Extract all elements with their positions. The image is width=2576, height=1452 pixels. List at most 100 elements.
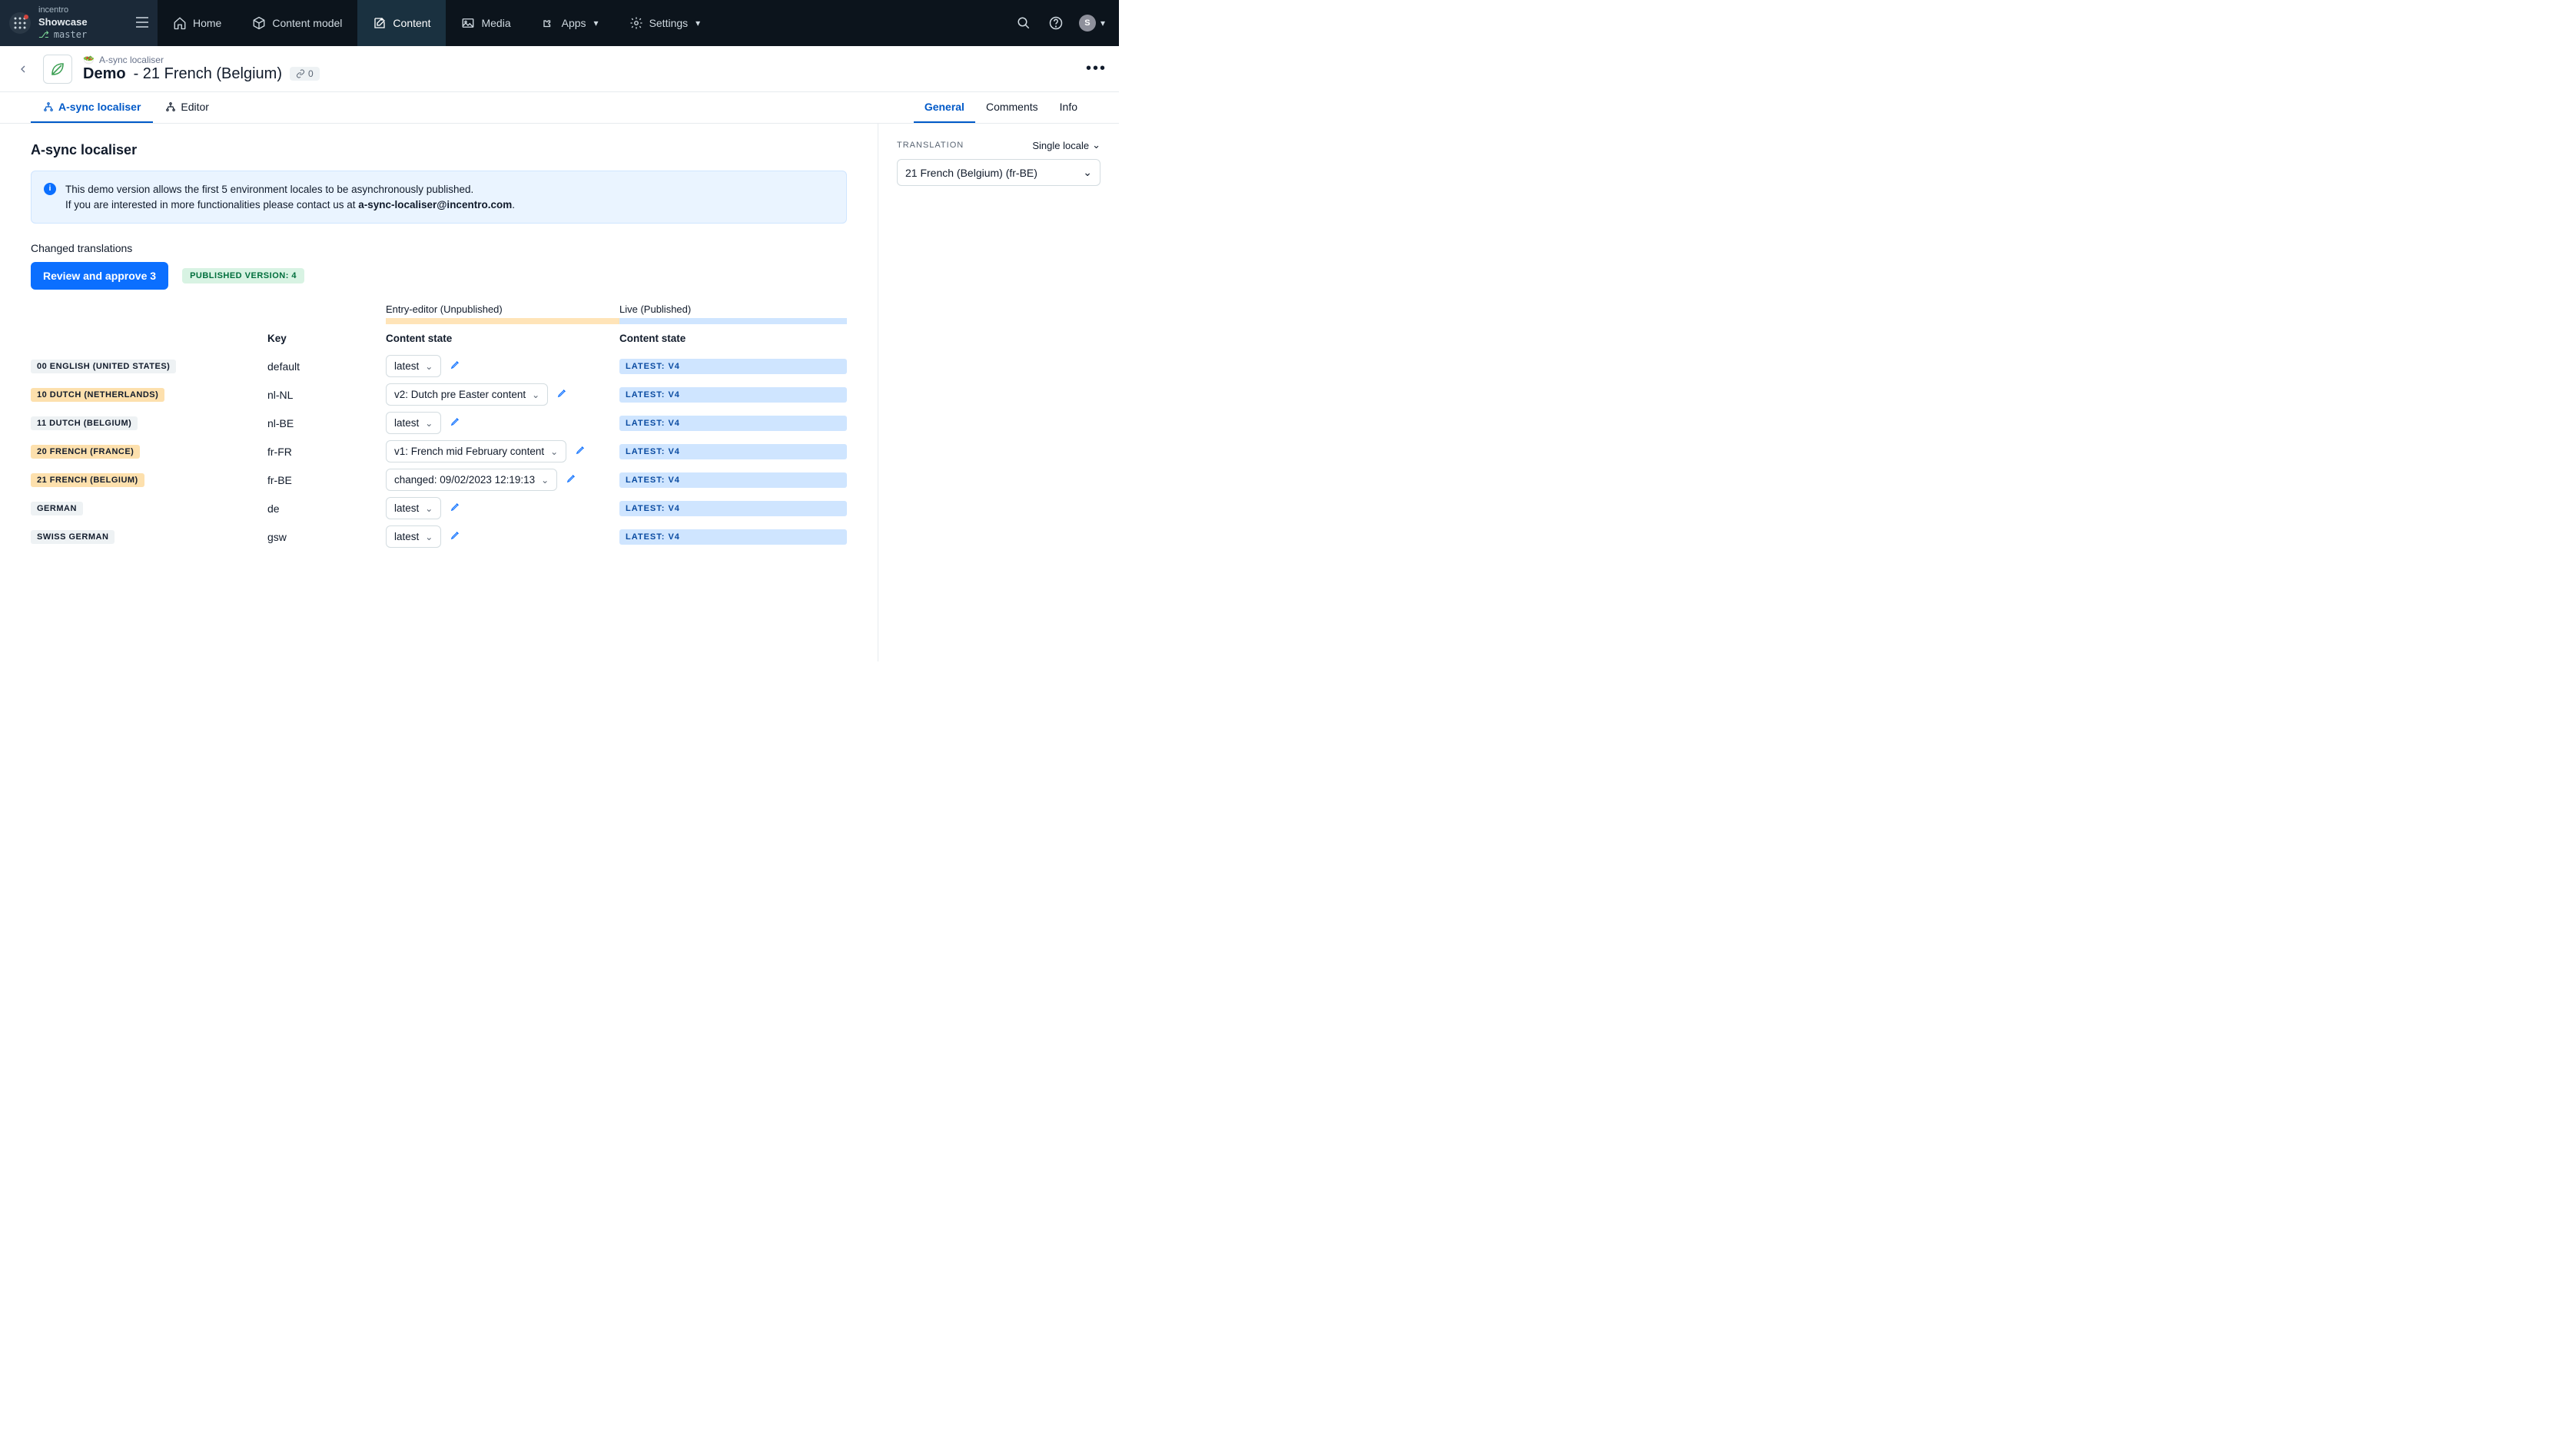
nav-label: Content model xyxy=(272,17,342,29)
tab-info[interactable]: Info xyxy=(1049,92,1088,123)
content-state-select[interactable]: latest⌄ xyxy=(386,412,441,434)
content-state-cell: latest⌄ xyxy=(386,412,619,434)
nav-apps[interactable]: Apps ▾ xyxy=(526,0,614,46)
tab-general[interactable]: General xyxy=(914,92,975,123)
edit-button[interactable] xyxy=(450,360,461,372)
main-content: A-sync localiser i This demo version all… xyxy=(0,124,878,661)
hierarchy-icon xyxy=(43,101,54,112)
content-state-select[interactable]: latest⌄ xyxy=(386,355,441,377)
nav-label: Apps xyxy=(562,17,586,29)
tab-comments[interactable]: Comments xyxy=(975,92,1049,123)
edit-button[interactable] xyxy=(566,473,577,486)
content-state-select[interactable]: latest ⌄ xyxy=(386,525,441,548)
space-menu-toggle[interactable] xyxy=(136,17,148,30)
locale-cell: 00 ENGLISH (UNITED STATES) xyxy=(31,359,267,373)
locale-chip: GERMAN xyxy=(31,502,83,515)
content-state-select[interactable]: v1: French mid February content⌄ xyxy=(386,440,566,462)
tab-label: Editor xyxy=(181,101,209,113)
select-value: latest xyxy=(394,531,419,542)
edit-button[interactable] xyxy=(450,502,461,514)
live-version-chip: LATEST: V4 xyxy=(619,501,847,516)
pencil-icon xyxy=(450,359,461,370)
review-and-approve-button[interactable]: Review and approve 3 xyxy=(31,262,168,290)
table-row: SWISS GERMANgswlatest⌄LATEST: V4 xyxy=(31,522,847,551)
title-main: Demo xyxy=(83,65,126,83)
puzzle-icon xyxy=(542,16,556,30)
locale-select[interactable]: 21 French (Belgium) (fr-BE) ⌄ xyxy=(897,159,1100,186)
table-row: 11 DUTCH (BELGIUM)nl-BElatest⌄LATEST: V4 xyxy=(31,409,847,437)
edit-button[interactable] xyxy=(557,388,568,400)
pencil-icon xyxy=(566,472,577,483)
grid-col-head: Key Content state Content state xyxy=(31,324,847,352)
compose-icon xyxy=(373,16,387,30)
edit-button[interactable] xyxy=(576,445,586,457)
content-state-cell: changed: 09/02/2023 12:19:13 ⌄ xyxy=(386,469,619,491)
locale-chip: SWISS GERMAN xyxy=(31,530,115,544)
tabs-row: A-sync localiser Editor General Comments… xyxy=(0,92,1119,124)
table-row: 20 FRENCH (FRANCE)fr-FRv1: French mid Fe… xyxy=(31,437,847,466)
translations-grid: Entry-editor (Unpublished) Live (Publish… xyxy=(31,303,847,551)
search-icon xyxy=(1017,16,1031,30)
locale-selected: 21 French (Belgium) (fr-BE) xyxy=(905,167,1037,179)
chevron-left-icon xyxy=(17,63,29,75)
sidebar-translation-head: TRANSLATION Single locale ⌄ xyxy=(897,139,1100,151)
help-button[interactable] xyxy=(1047,14,1065,32)
help-icon xyxy=(1049,16,1063,30)
content-state-select[interactable]: latest⌄ xyxy=(386,497,441,519)
sidebar-section-label: TRANSLATION xyxy=(897,141,964,150)
tab-a-sync-localiser[interactable]: A-sync localiser xyxy=(31,92,153,123)
locale-cell: 10 DUTCH (NETHERLANDS) xyxy=(31,387,267,402)
live-cell: LATEST: V4 xyxy=(619,359,847,374)
edit-button[interactable] xyxy=(450,530,461,542)
grid-body: 00 ENGLISH (UNITED STATES)defaultlatest⌄… xyxy=(31,352,847,551)
live-version-chip: LATEST: V4 xyxy=(619,416,847,431)
content-state-select[interactable]: v2: Dutch pre Easter content⌄ xyxy=(386,383,548,406)
chevron-down-icon: ⌄ xyxy=(550,446,558,457)
info-banner: i This demo version allows the first 5 e… xyxy=(31,171,847,224)
gear-icon xyxy=(629,16,643,30)
table-row: 10 DUTCH (NETHERLANDS)nl-NLv2: Dutch pre… xyxy=(31,380,847,409)
nav-settings[interactable]: Settings ▾ xyxy=(614,0,716,46)
link-icon xyxy=(296,69,305,78)
tab-editor[interactable]: Editor xyxy=(153,92,221,123)
live-cell: LATEST: V4 xyxy=(619,472,847,488)
changed-translations-label: Changed translations xyxy=(31,242,847,254)
pencil-icon xyxy=(576,444,586,455)
chevron-down-icon: ⌄ xyxy=(541,475,549,486)
nav-media[interactable]: Media xyxy=(446,0,526,46)
branch-icon: ⎇ xyxy=(38,29,49,40)
col-content-state-1: Content state xyxy=(386,333,619,344)
app-launcher-button[interactable] xyxy=(9,12,31,34)
edit-button[interactable] xyxy=(450,416,461,429)
live-version-chip: LATEST: V4 xyxy=(619,444,847,459)
nav-content-model[interactable]: Content model xyxy=(237,0,357,46)
live-cell: LATEST: V4 xyxy=(619,387,847,403)
home-icon xyxy=(173,16,187,30)
key-cell: de xyxy=(267,502,386,515)
content-state-select[interactable]: changed: 09/02/2023 12:19:13 ⌄ xyxy=(386,469,557,491)
entry-actions-menu[interactable]: ••• xyxy=(1086,60,1107,78)
sidebar: TRANSLATION Single locale ⌄ 21 French (B… xyxy=(878,124,1119,661)
nav-home[interactable]: Home xyxy=(158,0,237,46)
chevron-down-icon: ⌄ xyxy=(1092,139,1100,151)
back-button[interactable] xyxy=(12,63,34,75)
main-layout: A-sync localiser i This demo version all… xyxy=(0,124,1119,661)
chevron-down-icon: ⌄ xyxy=(425,361,433,372)
hamburger-icon xyxy=(136,17,148,28)
nav-content[interactable]: Content xyxy=(357,0,446,46)
references-badge[interactable]: 0 xyxy=(290,67,320,81)
live-cell: LATEST: V4 xyxy=(619,444,847,459)
leaf-icon xyxy=(48,60,67,78)
select-value: changed: 09/02/2023 12:19:13 xyxy=(394,474,535,486)
info-text: This demo version allows the first 5 env… xyxy=(65,182,515,212)
page-title: Demo - 21 French (Belgium) 0 xyxy=(83,65,320,83)
select-value: latest xyxy=(394,502,419,514)
live-version-chip: LATEST: V4 xyxy=(619,529,847,545)
key-cell: nl-BE xyxy=(267,417,386,429)
pencil-icon xyxy=(450,416,461,426)
content-state-cell: v1: French mid February content⌄ xyxy=(386,440,619,462)
search-button[interactable] xyxy=(1014,14,1033,32)
user-menu[interactable]: S ▾ xyxy=(1079,15,1105,31)
chevron-down-icon: ⌄ xyxy=(425,532,433,542)
locale-mode-selector[interactable]: Single locale ⌄ xyxy=(1032,139,1100,151)
